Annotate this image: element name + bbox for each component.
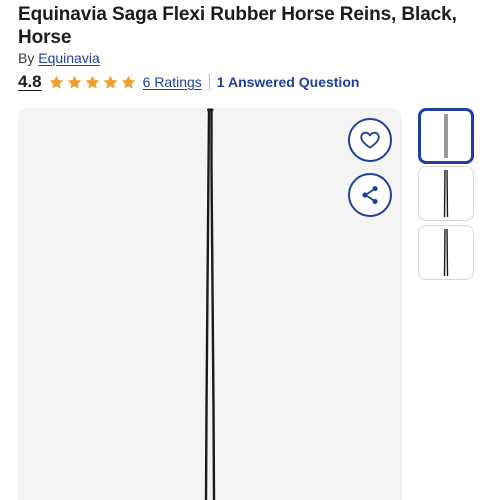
brand-prefix: By (18, 50, 35, 66)
rating-row: 4.8 6 Ratings 1 Answered Question (18, 70, 359, 94)
rating-value[interactable]: 4.8 (18, 72, 42, 92)
star-icon (103, 75, 117, 89)
reins-image (204, 108, 216, 500)
thumbnail-2[interactable] (418, 166, 474, 221)
answered-questions-link[interactable]: 1 Answered Question (217, 74, 360, 90)
thumbnail-reins-image (443, 228, 449, 277)
share-icon (362, 186, 378, 204)
main-product-image[interactable] (18, 108, 402, 500)
star-rating[interactable] (48, 74, 137, 91)
thumbnail-3[interactable] (418, 225, 474, 280)
favorite-button[interactable] (348, 118, 392, 162)
star-icon (121, 75, 135, 89)
divider (208, 74, 210, 90)
share-button[interactable] (348, 173, 392, 217)
brand-row: By Equinavia (18, 50, 100, 67)
thumbnail-reins-image (443, 169, 449, 218)
star-icon (49, 75, 63, 89)
brand-link[interactable]: Equinavia (38, 50, 100, 66)
product-page: Equinavia Saga Flexi Rubber Horse Reins,… (0, 0, 491, 500)
thumbnail-1[interactable] (418, 108, 474, 164)
thumbnail-reins-image (444, 114, 448, 158)
star-icon (85, 75, 99, 89)
product-title: Equinavia Saga Flexi Rubber Horse Reins,… (18, 4, 457, 48)
heart-icon (360, 131, 380, 149)
star-icon (67, 75, 81, 89)
ratings-link[interactable]: 6 Ratings (143, 74, 202, 90)
